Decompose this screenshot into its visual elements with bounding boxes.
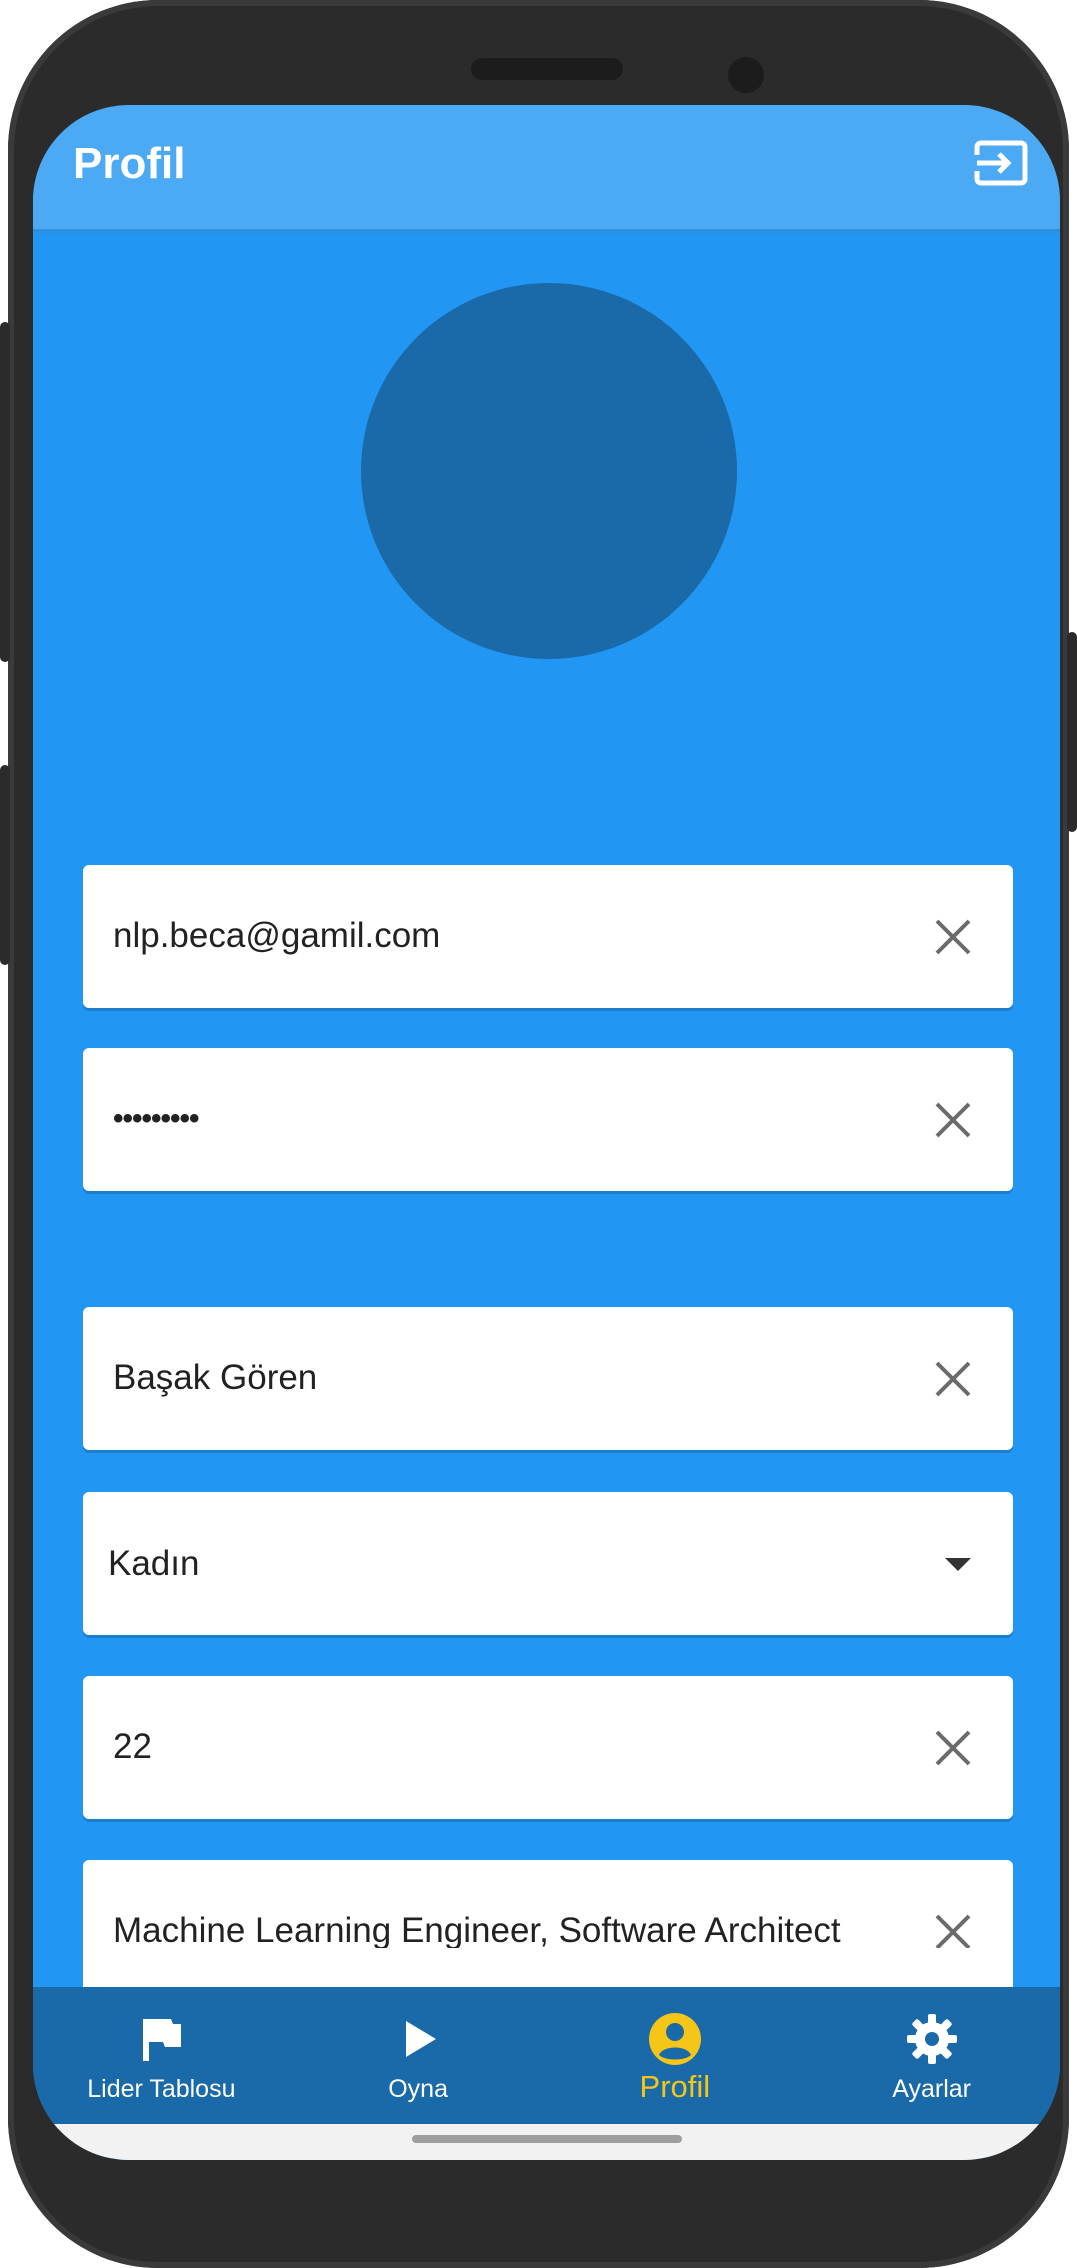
logout-icon[interactable]	[973, 135, 1029, 191]
nav-item-leaderboard[interactable]: Lider Tablosu	[33, 1987, 290, 2124]
phone-camera	[728, 57, 764, 93]
app-screen: Profil nlp.beca@gamil.com ••••••••• Başa…	[33, 105, 1060, 2160]
nav-label-play: Oyna	[388, 2075, 448, 2103]
system-navigation-bar	[33, 2124, 1060, 2160]
nav-item-settings[interactable]: Ayarlar	[803, 1987, 1060, 2124]
name-field	[83, 1307, 1013, 1450]
chevron-down-icon	[945, 1557, 971, 1571]
gender-select[interactable]: Kadın	[83, 1492, 1013, 1635]
close-icon	[935, 1361, 971, 1396]
close-icon	[935, 1102, 971, 1137]
play-icon	[390, 2011, 446, 2067]
age-field	[83, 1676, 1013, 1819]
nav-label-leaderboard: Lider Tablosu	[87, 2075, 236, 2103]
close-icon	[935, 1914, 971, 1949]
bottom-navigation: Lider Tablosu Oyna Profil Ayarlar	[33, 1987, 1060, 2124]
close-icon	[935, 1730, 971, 1765]
nav-label-settings: Ayarlar	[892, 2075, 971, 2103]
phone-speaker	[471, 58, 623, 80]
account-circle-icon	[647, 2011, 703, 2067]
phone-side-button	[0, 322, 10, 662]
home-indicator[interactable]	[412, 2135, 682, 2143]
nav-item-play[interactable]: Oyna	[290, 1987, 547, 2124]
phone-frame: Profil nlp.beca@gamil.com ••••••••• Başa…	[8, 0, 1069, 2268]
email-field	[83, 865, 1013, 1008]
profile-form: Kadın	[33, 233, 1060, 1991]
page-title: Profil	[73, 139, 186, 188]
avatar[interactable]	[361, 283, 737, 659]
name-input[interactable]	[113, 1307, 903, 1447]
nav-label-profile: Profil	[639, 2069, 711, 2104]
nav-item-profile[interactable]: Profil	[547, 1987, 804, 2124]
gear-icon	[904, 2011, 960, 2067]
app-bar: Profil	[33, 105, 1060, 233]
age-input[interactable]	[113, 1676, 903, 1816]
clear-age-button[interactable]	[933, 1728, 973, 1768]
email-input[interactable]	[113, 865, 903, 1005]
flag-icon	[133, 2011, 189, 2067]
password-input[interactable]	[113, 1048, 903, 1188]
clear-occupation-button[interactable]	[933, 1912, 973, 1952]
phone-side-button	[1067, 632, 1077, 832]
clear-name-button[interactable]	[933, 1359, 973, 1399]
clear-email-button[interactable]	[933, 917, 973, 957]
password-field	[83, 1048, 1013, 1191]
phone-side-button	[0, 765, 10, 965]
gender-select-value: Kadın	[108, 1544, 200, 1583]
close-icon	[935, 919, 971, 954]
clear-password-button[interactable]	[933, 1100, 973, 1140]
